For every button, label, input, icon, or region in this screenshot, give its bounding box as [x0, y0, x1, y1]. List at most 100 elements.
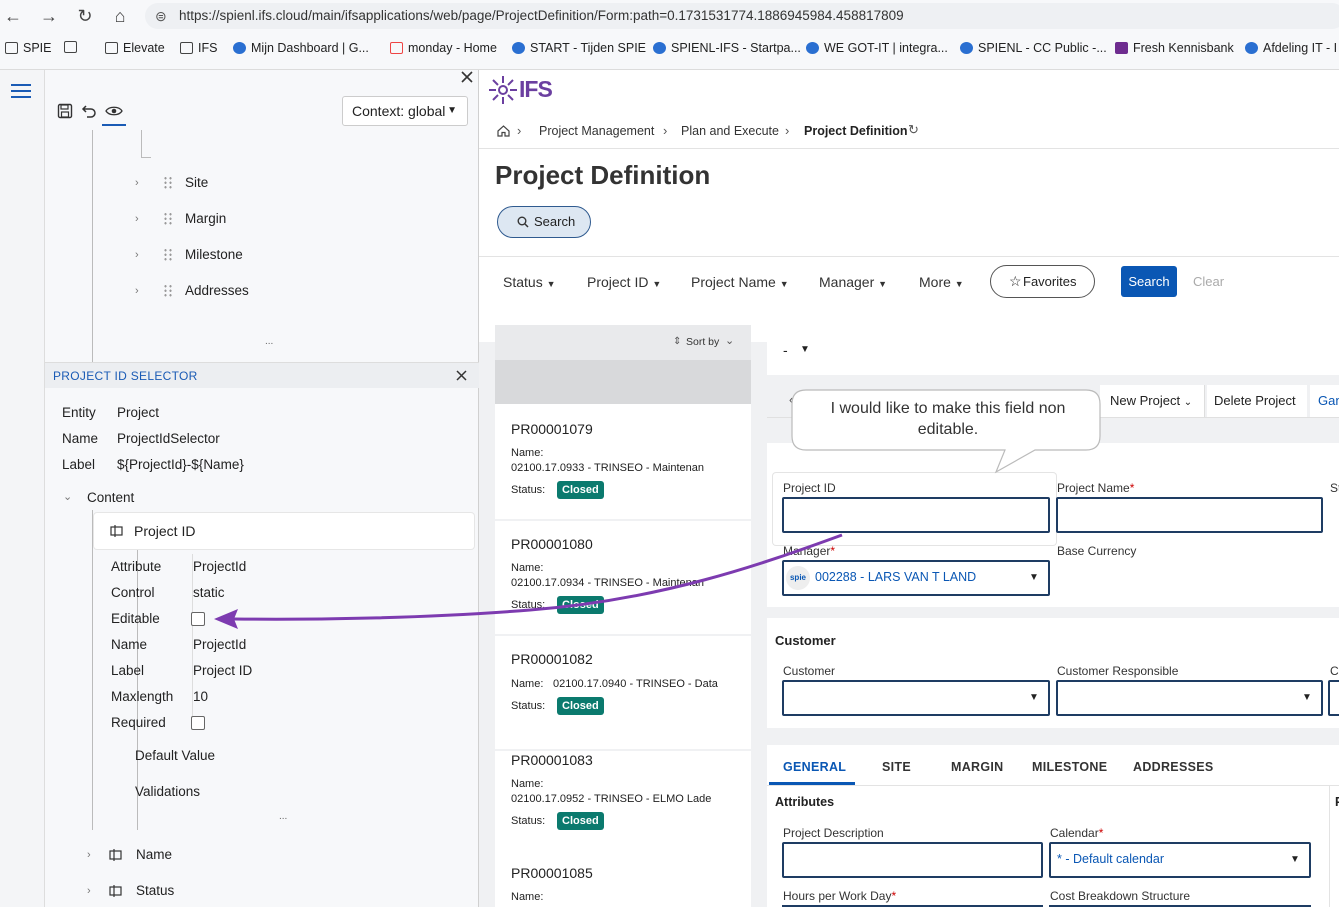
forward-icon[interactable]: → — [38, 5, 60, 27]
bookmark-ifs[interactable]: IFS — [180, 41, 217, 55]
default-value-node[interactable]: Default Value — [135, 748, 215, 763]
project-id-node-highlight[interactable]: Project ID — [94, 513, 474, 549]
base-currency-label: Base Currency — [1057, 544, 1137, 558]
tree-item-milestone[interactable]: › Milestone — [135, 247, 243, 262]
bookmark-spienl-ifs[interactable]: SPIENL-IFS - Startpa... — [653, 41, 801, 55]
home-icon[interactable]: ⌂ — [109, 5, 131, 27]
tab-addresses[interactable]: ADDRESSES — [1133, 760, 1214, 774]
filter-project-id[interactable]: Project ID ▼ — [587, 274, 661, 290]
validations-node[interactable]: Validations — [135, 784, 200, 799]
manager-value: 002288 - LARS VAN T LAND — [815, 570, 977, 584]
left-rail — [0, 70, 45, 907]
favorites-button[interactable]: ☆ Favorites — [990, 265, 1095, 298]
record-name-label: Name: — [511, 778, 544, 790]
tree-item-margin[interactable]: › Margin — [135, 211, 226, 226]
drag-handle-icon[interactable] — [163, 284, 173, 297]
filter-status[interactable]: Status ▼ — [503, 274, 556, 290]
bookmark-icon-only[interactable] — [64, 41, 77, 53]
save-icon[interactable] — [57, 103, 73, 119]
context-select[interactable]: Context: global ▼ — [342, 96, 468, 126]
tab-site[interactable]: SITE — [882, 760, 911, 774]
chevron-right-icon[interactable]: › — [135, 213, 149, 225]
drag-handle-icon[interactable] — [163, 176, 173, 189]
calendar-label: Calendar — [1050, 826, 1099, 840]
bookmark-dashboard[interactable]: Mijn Dashboard | G... — [233, 41, 369, 55]
required-checkbox[interactable] — [191, 716, 205, 730]
bookmark-start[interactable]: START - Tijden SPIE — [512, 41, 646, 55]
address-bar[interactable]: ⊜ https://spienl.ifs.cloud/main/ifsappli… — [145, 3, 1339, 29]
filter-more[interactable]: More ▼ — [919, 274, 964, 290]
bookmark-we-got-it[interactable]: WE GOT-IT | integra... — [806, 41, 948, 55]
list-item[interactable]: PR00001085 Name: — [495, 851, 751, 907]
calendar-select[interactable]: * - Default calendar ▼ — [1049, 842, 1311, 878]
list-item[interactable]: PR00001083 Name: 02100.17.0952 - TRINSEO… — [495, 751, 751, 864]
refresh-icon[interactable]: ↻ — [908, 122, 919, 138]
tab-margin[interactable]: MARGIN — [951, 760, 1004, 774]
breadcrumb-plan-and-execute[interactable]: Plan and Execute — [681, 124, 779, 138]
ifs-logo-icon[interactable] — [487, 74, 519, 106]
record-selector[interactable]: - — [783, 342, 788, 358]
bookmark-elevate[interactable]: Elevate — [105, 41, 165, 55]
project-id-input[interactable] — [782, 497, 1050, 533]
close-icon[interactable] — [460, 70, 474, 84]
chevron-right-icon[interactable]: › — [87, 885, 101, 897]
hamburger-menu-icon[interactable] — [10, 82, 32, 100]
drag-handle-icon[interactable] — [163, 212, 173, 225]
site-info-icon[interactable]: ⊜ — [155, 3, 167, 29]
preview-eye-icon[interactable] — [105, 104, 123, 118]
sort-icon[interactable]: ⇕ — [673, 336, 681, 347]
breadcrumb-separator: › — [517, 123, 522, 138]
customer-responsible-select[interactable]: ▼ — [1056, 680, 1323, 716]
back-icon[interactable]: ← — [2, 5, 24, 27]
tab-milestone[interactable]: MILESTONE — [1032, 760, 1107, 774]
search-button[interactable]: Search — [1121, 266, 1177, 297]
filter-label: More — [919, 274, 951, 290]
chevron-right-icon[interactable]: › — [135, 249, 149, 261]
page-designer-panel: Context: global ▼ › Site › Margin › Mileston… — [45, 70, 479, 907]
search-toggle-button[interactable]: Search — [497, 206, 591, 238]
undo-icon[interactable] — [81, 103, 97, 119]
breadcrumb-project-management[interactable]: Project Management — [539, 124, 654, 138]
tree-guide — [92, 130, 93, 388]
filter-project-name[interactable]: Project Name ▼ — [691, 274, 789, 290]
cutoff-field[interactable] — [1328, 680, 1339, 716]
list-selected-row[interactable] — [495, 360, 751, 404]
bookmark-cc-public[interactable]: SPIENL - CC Public -... — [960, 41, 1107, 55]
filter-manager[interactable]: Manager ▼ — [819, 274, 887, 290]
chevron-right-icon[interactable]: › — [87, 849, 101, 861]
drag-handle-icon[interactable] — [163, 248, 173, 261]
tree-item-status[interactable]: › Status — [87, 883, 174, 898]
clear-button[interactable]: Clear — [1193, 274, 1224, 289]
delete-project-button[interactable]: Delete Project — [1207, 385, 1307, 417]
home-icon[interactable] — [497, 125, 510, 137]
resize-handle[interactable]: ... — [265, 336, 273, 347]
list-item[interactable]: PR00001079 Name: 02100.17.0933 - TRINSEO… — [495, 404, 751, 519]
editable-checkbox[interactable] — [191, 612, 205, 626]
caret-down-icon[interactable]: ▼ — [800, 344, 810, 355]
customer-select[interactable]: ▼ — [782, 680, 1050, 716]
sort-by-button[interactable]: Sort by — [686, 336, 719, 348]
tree-item-addresses[interactable]: › Addresses — [135, 283, 249, 298]
bookmark-monday[interactable]: monday - Home — [390, 41, 497, 55]
reload-icon[interactable]: ↻ — [74, 5, 96, 27]
new-project-button[interactable]: New Project ⌄ — [1100, 385, 1205, 417]
project-description-input[interactable] — [782, 842, 1043, 878]
chevron-right-icon[interactable]: › — [135, 285, 149, 297]
chevron-down-icon[interactable]: ⌄ — [63, 490, 72, 503]
bookmark-afdeling-it[interactable]: Afdeling IT - I — [1245, 41, 1337, 55]
manager-select[interactable]: spie 002288 - LARS VAN T LAND ▼ — [782, 560, 1050, 596]
resize-handle[interactable]: ... — [279, 811, 287, 822]
project-name-input[interactable] — [1056, 497, 1323, 533]
content-node[interactable]: Content — [87, 490, 134, 505]
close-panel-icon[interactable] — [456, 370, 467, 381]
list-item[interactable]: PR00001080 Name: 02100.17.0934 - TRINSEO… — [495, 521, 751, 634]
list-item[interactable]: PR00001082 Name: 02100.17.0940 - TRINSEO… — [495, 636, 751, 749]
tree-item-site[interactable]: › Site — [135, 175, 208, 190]
folder-icon — [105, 42, 118, 54]
bookmark-spie[interactable]: SPIE — [5, 41, 52, 55]
bookmark-kennisbank[interactable]: Fresh Kennisbank — [1115, 41, 1234, 55]
gantt-button[interactable]: Gan — [1310, 385, 1339, 417]
tree-item-name[interactable]: › Name — [87, 847, 172, 862]
chevron-right-icon[interactable]: › — [135, 177, 149, 189]
tab-general[interactable]: GENERAL — [783, 760, 846, 774]
